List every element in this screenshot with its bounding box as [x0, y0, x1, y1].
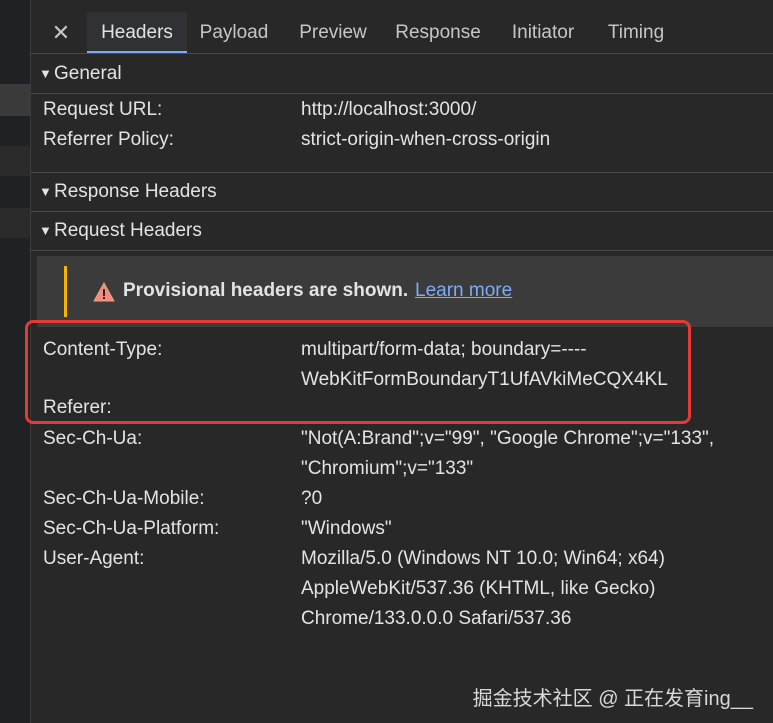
request-value-sec-ch-ua-mobile[interactable]: ?0 — [301, 484, 322, 514]
warning-icon — [93, 282, 115, 302]
request-value-sec-ch-ua-line2[interactable]: "Chromium";v="133" — [301, 454, 473, 484]
request-value-user-agent-line2[interactable]: AppleWebKit/537.36 (KHTML, like Gecko) — [301, 574, 655, 604]
tab-timing[interactable]: Timing — [603, 12, 669, 53]
request-value-user-agent-line1[interactable]: Mozilla/5.0 (Windows NT 10.0; Win64; x64… — [301, 544, 665, 574]
general-key-request-url: Request URL: — [43, 99, 163, 120]
devtools-window: ✕ Headers Payload Preview Response Initi… — [0, 0, 773, 723]
section-request-headers-title: Request Headers — [54, 220, 202, 241]
request-key-sec-ch-ua: Sec-Ch-Ua: — [43, 428, 143, 449]
section-general-header[interactable]: ▼ General — [31, 55, 773, 94]
warning-text: Provisional headers are shown. — [123, 280, 409, 301]
tab-bar: ✕ Headers Payload Preview Response Initi… — [31, 0, 773, 54]
warning-accent-bar — [64, 266, 67, 317]
tab-initiator[interactable]: Initiator — [505, 12, 581, 53]
provisional-headers-warning: Provisional headers are shown. Learn mor… — [37, 256, 773, 327]
request-row[interactable] — [0, 208, 30, 238]
section-response-headers-title: Response Headers — [54, 181, 217, 202]
general-value-request-url[interactable]: http://localhost:3000/ — [301, 95, 476, 125]
general-key-referrer-policy: Referrer Policy: — [43, 129, 174, 150]
headers-panel: ✕ Headers Payload Preview Response Initi… — [25, 0, 773, 723]
request-value-sec-ch-ua-platform[interactable]: "Windows" — [301, 514, 392, 544]
highlight-annotation-box — [25, 320, 691, 424]
general-value-referrer-policy[interactable]: strict-origin-when-cross-origin — [301, 125, 550, 155]
learn-more-link[interactable]: Learn more — [415, 276, 512, 306]
tab-payload[interactable]: Payload — [194, 12, 274, 53]
tab-preview[interactable]: Preview — [293, 12, 373, 53]
watermark-text: 掘金技术社区 @ 正在发育ing__ — [472, 688, 753, 710]
request-row[interactable] — [0, 146, 30, 176]
request-row-selected[interactable] — [0, 84, 30, 116]
request-key-user-agent: User-Agent: — [43, 548, 145, 569]
section-response-headers-header[interactable]: ▼ Response Headers — [31, 172, 773, 212]
section-request-headers-header[interactable]: ▼ Request Headers — [31, 212, 773, 251]
expand-triangle-icon: ▼ — [39, 66, 52, 81]
expand-triangle-icon: ▼ — [39, 184, 52, 199]
request-key-sec-ch-ua-platform: Sec-Ch-Ua-Platform: — [43, 518, 220, 539]
request-key-sec-ch-ua-mobile: Sec-Ch-Ua-Mobile: — [43, 488, 205, 509]
section-general-title: General — [54, 63, 122, 84]
request-value-user-agent-line3[interactable]: Chrome/133.0.0.0 Safari/537.36 — [301, 604, 571, 634]
tab-headers[interactable]: Headers — [87, 12, 187, 53]
expand-triangle-icon: ▼ — [39, 223, 52, 238]
close-icon[interactable]: ✕ — [46, 18, 76, 48]
request-value-sec-ch-ua-line1[interactable]: "Not(A:Brand";v="99", "Google Chrome";v=… — [301, 424, 714, 454]
tab-response[interactable]: Response — [393, 12, 483, 53]
